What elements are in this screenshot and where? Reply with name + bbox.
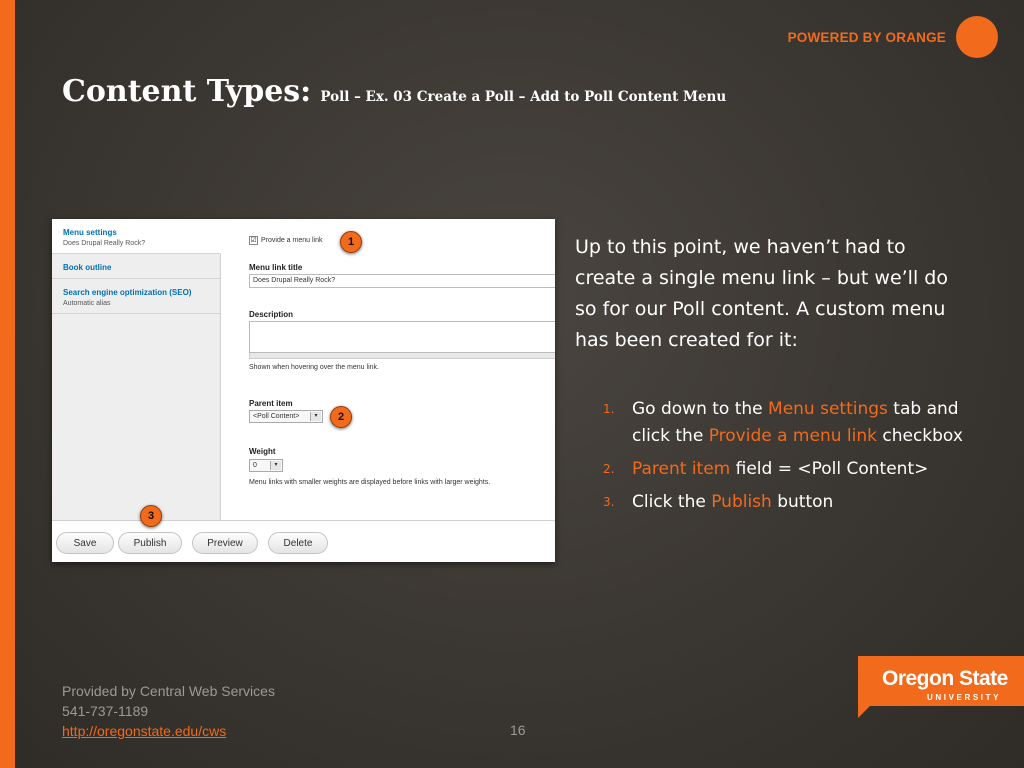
weight-select[interactable]: 0 ▾	[249, 459, 283, 472]
oregon-state-logo: Oregon State UNIVERSITY	[858, 656, 1024, 718]
description-help: Shown when hovering over the menu link.	[249, 364, 379, 371]
description-label: Description	[249, 310, 294, 319]
step-item-1: 1. Go down to the Menu settings tab and …	[603, 396, 963, 450]
footer-link[interactable]: http://oregonstate.edu/cws	[62, 723, 226, 739]
delete-button[interactable]: Delete	[268, 532, 328, 554]
publish-button[interactable]: Publish	[118, 532, 182, 554]
powered-by-orange-badge: POWERED BY ORANGE	[788, 16, 998, 58]
parent-item-value: <Poll Content>	[253, 413, 300, 420]
instruction-steps: 1. Go down to the Menu settings tab and …	[603, 396, 963, 522]
step-text: Go down to the	[632, 399, 769, 419]
logo-fold	[858, 698, 878, 718]
step-text: button	[771, 492, 834, 512]
vtab-summary: Automatic alias	[63, 300, 111, 307]
step-item-3: 3. Click the Publish button	[603, 489, 963, 516]
weight-label: Weight	[249, 447, 276, 456]
step-number: 3.	[603, 495, 615, 509]
vtab-menu-settings[interactable]: Menu settings Does Drupal Really Rock?	[52, 219, 221, 254]
step-text: Click the	[632, 492, 712, 512]
vtab-title: Book outline	[63, 263, 112, 272]
intro-paragraph: Up to this point, we haven’t had to crea…	[575, 236, 948, 351]
preview-button[interactable]: Preview	[192, 532, 258, 554]
vertical-tabs: Menu settings Does Drupal Really Rock? B…	[52, 219, 221, 520]
step-highlight: Provide a menu link	[708, 426, 877, 446]
provide-menu-link-checkbox[interactable]: ☑	[249, 236, 258, 245]
vtab-book-outline[interactable]: Book outline	[52, 254, 220, 279]
powered-by-text: POWERED BY ORANGE	[787, 29, 946, 45]
vtab-title: Menu settings	[63, 228, 117, 237]
description-textarea[interactable]	[249, 321, 555, 353]
page-number: 16	[510, 722, 526, 738]
step-number: 1.	[603, 402, 615, 416]
left-accent-bar	[0, 0, 15, 768]
menu-link-title-input[interactable]: Does Drupal Really Rock?	[249, 274, 555, 288]
step-marker-1: 1	[340, 231, 362, 253]
weight-value: 0	[253, 462, 257, 469]
footer-provider: Provided by Central Web Services	[62, 683, 275, 699]
step-item-2: 2. Parent item field = <Poll Content>	[603, 456, 963, 483]
slide-title: Content Types: Poll – Ex. 03 Create a Po…	[62, 74, 726, 109]
vtab-summary: Does Drupal Really Rock?	[63, 240, 146, 247]
menu-settings-pane: ☑ Provide a menu link Menu link title Do…	[249, 219, 555, 520]
weight-help: Menu links with smaller weights are disp…	[249, 479, 491, 486]
title-subtitle: Poll – Ex. 03 Create a Poll – Add to Pol…	[320, 89, 727, 105]
orange-circle-icon	[956, 16, 998, 58]
logo-name: Oregon State	[882, 667, 1008, 690]
save-button[interactable]: Save	[56, 532, 114, 554]
step-marker-2: 2	[330, 406, 352, 428]
dropdown-arrow-icon: ▾	[310, 412, 321, 421]
step-number: 2.	[603, 462, 615, 476]
step-highlight: Parent item	[632, 459, 731, 479]
step-highlight: Publish	[711, 492, 772, 512]
footer: Provided by Central Web Services 541-737…	[62, 681, 275, 741]
footer-phone: 541-737-1189	[62, 703, 149, 719]
step-text: field = <Poll Content>	[730, 459, 929, 479]
provide-menu-link-label: Provide a menu link	[261, 237, 323, 244]
drupal-form-screenshot: Menu settings Does Drupal Really Rock? B…	[52, 219, 555, 562]
step-text: checkbox	[876, 426, 963, 446]
step-marker-3: 3	[140, 505, 162, 527]
textarea-resize-grip[interactable]	[249, 353, 555, 359]
form-actions: Save Publish Preview Delete	[52, 520, 555, 562]
logo-university: UNIVERSITY	[927, 693, 1002, 702]
menu-link-title-label: Menu link title	[249, 263, 303, 272]
vtab-seo[interactable]: Search engine optimization (SEO) Automat…	[52, 279, 220, 314]
step-highlight: Menu settings	[768, 399, 888, 419]
title-main: Content Types:	[62, 74, 312, 109]
dropdown-arrow-icon: ▾	[270, 461, 281, 470]
vtab-title: Search engine optimization (SEO)	[63, 288, 192, 297]
parent-item-label: Parent item	[249, 399, 293, 408]
parent-item-select[interactable]: <Poll Content> ▾	[249, 410, 323, 423]
